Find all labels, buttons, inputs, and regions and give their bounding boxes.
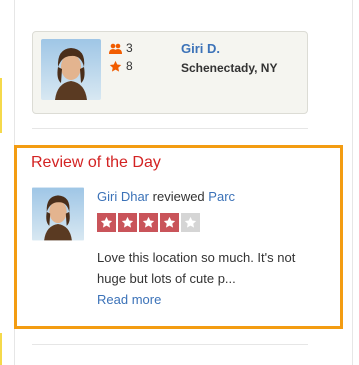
star-icon <box>109 60 122 73</box>
user-name-link[interactable]: Giri D. <box>181 41 220 56</box>
review-of-the-day: Review of the Day Giri Dhar reviewed Par… <box>14 145 343 329</box>
user-card: 3 8 Giri D. Schenectady, NY <box>32 31 308 114</box>
reviews-count: 8 <box>126 59 133 73</box>
rating-star-filled <box>97 213 116 232</box>
business-link[interactable]: Parc <box>208 189 235 204</box>
user-avatar[interactable] <box>41 39 101 100</box>
friends-icon <box>109 42 122 55</box>
highlight-edge <box>0 78 2 133</box>
section-title: Review of the Day <box>31 154 161 171</box>
review-excerpt: Love this location so much. It's not hug… <box>97 250 296 286</box>
friends-stat: 3 <box>109 41 133 55</box>
highlight-edge <box>0 333 2 365</box>
rating-star-filled <box>139 213 158 232</box>
rating-star-filled <box>118 213 137 232</box>
reviewer-avatar[interactable] <box>32 187 84 241</box>
user-location: Schenectady, NY <box>181 61 278 75</box>
column-right-border <box>352 0 353 365</box>
reviewer-name-link[interactable]: Giri Dhar <box>97 189 149 204</box>
rating-star-empty <box>181 213 200 232</box>
star-rating <box>97 213 200 232</box>
divider <box>32 344 308 345</box>
review-headline: Giri Dhar reviewed Parc <box>97 189 235 204</box>
read-more-link[interactable]: Read more <box>97 292 161 307</box>
review-action: reviewed <box>152 189 205 204</box>
friends-count: 3 <box>126 41 133 55</box>
divider <box>32 128 308 129</box>
rating-star-filled <box>160 213 179 232</box>
reviews-stat: 8 <box>109 59 133 73</box>
